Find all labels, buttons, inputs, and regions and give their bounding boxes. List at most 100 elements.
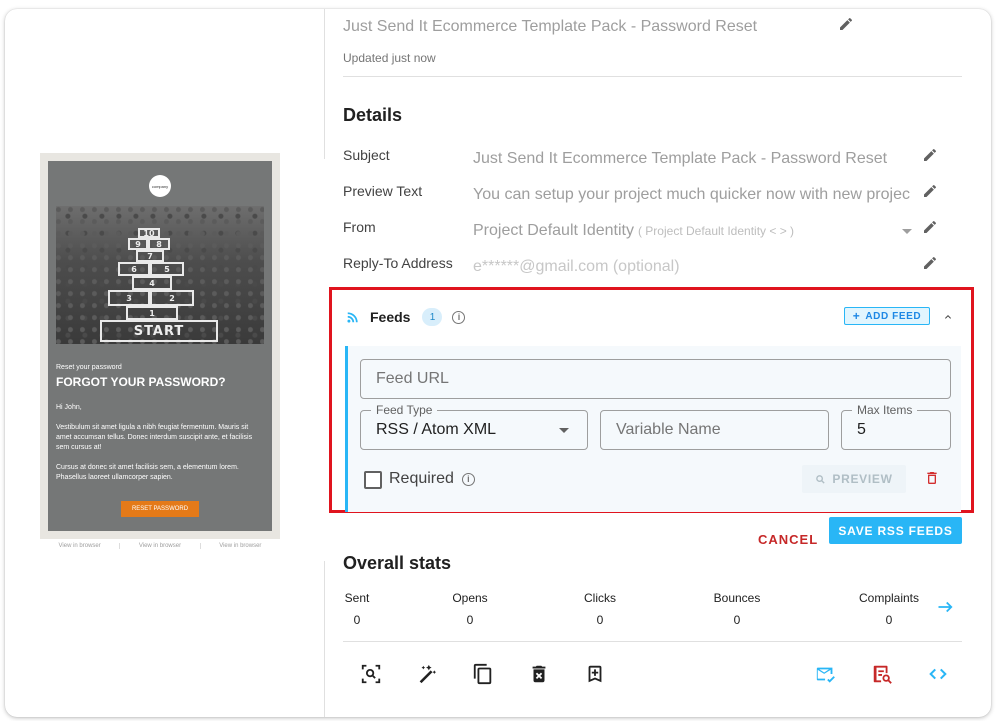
view-in-browser-link: View in browser (40, 543, 121, 549)
duplicate-button[interactable] (470, 661, 496, 687)
variable-name-placeholder: Variable Name (616, 421, 721, 438)
required-label-group: Required i (389, 470, 475, 488)
view-in-browser-link: View in browser (120, 543, 201, 549)
hop-cell: 10 (138, 228, 160, 238)
required-checkbox[interactable] (364, 471, 382, 489)
email-paragraph: Cursus at donec sit amet facilisis sem, … (56, 464, 239, 481)
max-items-label: Max Items (852, 403, 918, 417)
email-title: FORGOT YOUR PASSWORD? (56, 375, 226, 389)
preview-button[interactable]: PREVIEW (802, 465, 906, 493)
save-rss-feeds-button[interactable]: SAVE RSS FEEDS (829, 517, 962, 544)
edit-from-button[interactable] (922, 219, 938, 240)
hop-cell: 1 (126, 306, 178, 320)
view-code-button[interactable] (925, 661, 951, 687)
hopscotch-image: 10 9 8 7 6 5 4 3 2 1 START (56, 206, 264, 344)
collapse-button[interactable] (942, 310, 954, 328)
reply-to-value[interactable]: e******@gmail.com (optional) (473, 258, 920, 276)
stat-clicks: Clicks 0 (580, 591, 620, 627)
stat-value: 0 (733, 613, 741, 627)
hop-label: 9 (135, 239, 141, 249)
feed-url-input[interactable]: Feed URL (360, 359, 951, 399)
code-icon (929, 668, 947, 680)
hop-cell: 6 (118, 262, 150, 276)
arrow-right-icon (938, 601, 953, 613)
feed-type-label: Feed Type (371, 403, 438, 417)
stats-details-button[interactable] (937, 600, 955, 619)
stat-sent: Sent 0 (343, 591, 371, 627)
hop-label: 10 (143, 228, 155, 238)
chevron-down-icon (559, 428, 569, 433)
zoom-preview-button[interactable] (358, 661, 384, 687)
subject-value[interactable]: Just Send It Ecommerce Template Pack - P… (473, 150, 920, 168)
hop-label: 1 (149, 308, 155, 318)
preview-label: PREVIEW (832, 472, 893, 486)
email-preview[interactable]: company 10 9 8 7 6 5 4 3 2 1 START Reset… (40, 153, 280, 539)
details-heading: Details (343, 105, 403, 125)
edit-subject-button[interactable] (922, 147, 938, 168)
stat-label: Clicks (584, 591, 616, 605)
pencil-icon (924, 220, 937, 233)
search-document-icon (873, 665, 892, 684)
feed-type-select[interactable]: Feed Type RSS / Atom XML (360, 403, 588, 450)
edit-reply-to-button[interactable] (922, 255, 938, 276)
delete-feed-button[interactable] (924, 470, 940, 491)
variable-name-input[interactable]: Variable Name (600, 410, 829, 450)
from-identity: ( Project Default Identity < > ) (637, 224, 795, 238)
feed-item: Feed URL Feed Type RSS / Atom XML Variab… (345, 346, 961, 512)
divider-bottom (324, 561, 325, 717)
save-as-template-button[interactable] (582, 661, 608, 687)
chevron-down-icon[interactable] (902, 229, 912, 234)
updated-status: Updated just now (343, 51, 436, 65)
reset-password-button: RESET PASSWORD (121, 501, 199, 517)
send-check-icon (816, 667, 835, 683)
add-feed-button[interactable]: + ADD FEED (844, 307, 930, 325)
feed-type-value: RSS / Atom XML (376, 421, 497, 438)
hop-cell: 5 (150, 262, 184, 276)
edit-template-name-button[interactable] (838, 16, 854, 37)
delete-icon (532, 665, 546, 683)
email-greeting: Hi John, (56, 404, 82, 411)
stat-label: Bounces (713, 591, 761, 605)
stat-opens: Opens 0 (449, 591, 491, 627)
pencil-icon (924, 184, 937, 197)
magic-edit-button[interactable] (414, 661, 440, 687)
hop-label: 6 (131, 264, 137, 274)
stat-value: 0 (596, 613, 604, 627)
hop-label: 3 (126, 293, 132, 303)
stat-complaints: Complaints 0 (853, 591, 925, 627)
chevron-up-icon (945, 315, 951, 319)
stat-value: 0 (466, 613, 474, 627)
stat-value: 0 (885, 613, 893, 627)
hop-cell: 3 (108, 290, 150, 306)
spam-check-button[interactable] (869, 661, 895, 687)
max-items-input[interactable]: Max Items 5 (841, 403, 951, 450)
preview-text-value[interactable]: You can setup your project much quicker … (473, 186, 920, 204)
cancel-button[interactable]: CANCEL (758, 532, 818, 547)
feeds-title: Feeds (370, 309, 411, 325)
hop-label: 2 (169, 293, 175, 303)
subject-label: Subject (343, 147, 390, 163)
edit-preview-text-button[interactable] (922, 183, 938, 204)
info-icon[interactable]: i (452, 310, 466, 324)
send-test-button[interactable] (813, 661, 839, 687)
hop-label: 4 (149, 278, 155, 288)
magic-wand-icon (419, 664, 437, 684)
email-paragraph: Vestibulum sit amet ligula a nibh feugia… (56, 424, 253, 451)
view-in-browser-link: View in browser (219, 543, 262, 549)
plus-icon: + (852, 309, 861, 323)
from-select[interactable]: Project Default Identity( Project Defaul… (473, 222, 920, 240)
divider-top (324, 9, 325, 159)
pencil-icon (924, 148, 937, 161)
divider (343, 76, 962, 77)
copy-icon (473, 663, 492, 685)
info-icon[interactable]: i (461, 472, 475, 486)
hop-cell: 8 (148, 238, 170, 250)
pencil-icon (924, 256, 937, 269)
feed-url-placeholder: Feed URL (376, 370, 449, 387)
from-value: Project Default Identity (473, 222, 634, 239)
feeds-count-badge: 1 (422, 308, 443, 326)
hop-cell: 4 (132, 276, 172, 290)
delete-template-button[interactable] (526, 661, 552, 687)
reply-to-label: Reply-To Address (343, 255, 453, 271)
hop-cell: 7 (136, 250, 164, 262)
